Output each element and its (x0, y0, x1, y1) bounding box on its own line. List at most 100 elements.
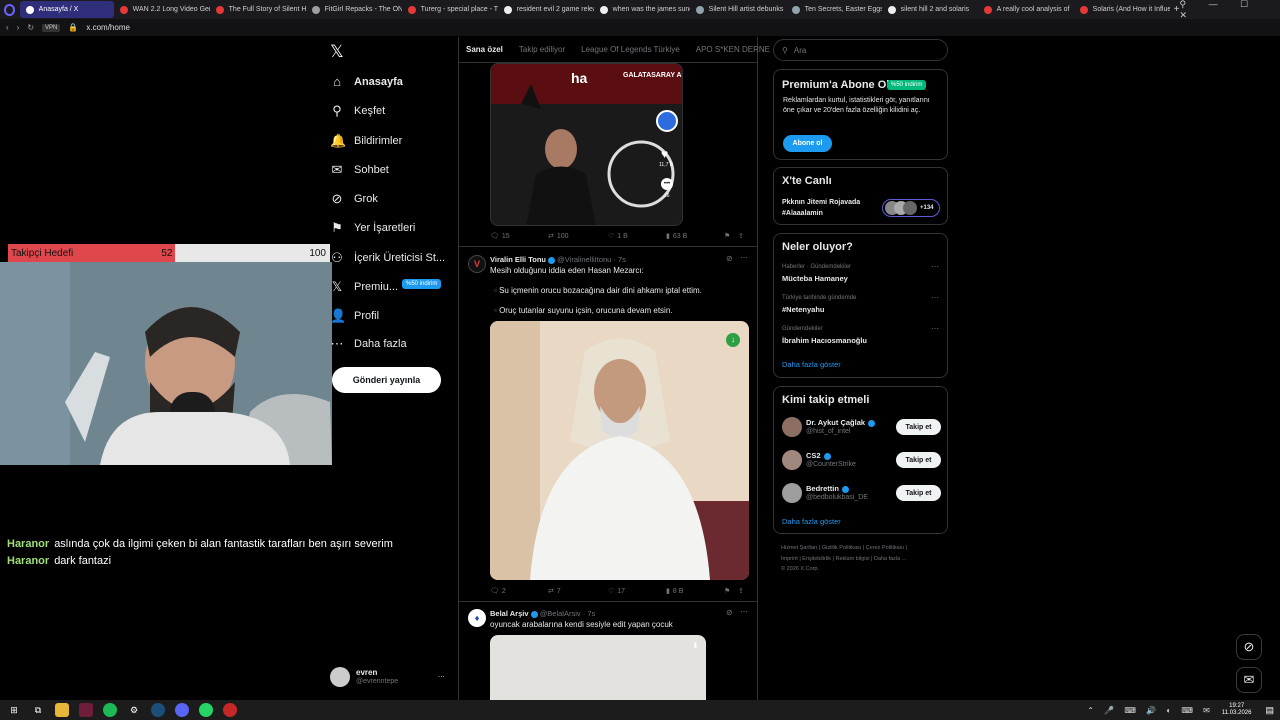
browser-tab[interactable]: when was the james sund (594, 1, 690, 18)
download-icon[interactable]: ⬇ (692, 641, 699, 650)
bookmark-icon[interactable]: ⚑ (724, 587, 738, 595)
side-comment-icon[interactable]: ••• (661, 178, 673, 190)
nav-item[interactable]: ⌂ Anasayfa (330, 74, 403, 89)
nav-item[interactable]: ✉ Sohbet (330, 162, 389, 178)
reply-button[interactable]: 🗨 15 (490, 232, 548, 241)
like-button[interactable]: ♡ 17 (608, 587, 666, 596)
browser-tab[interactable]: The Full Story of Silent Hill (210, 1, 306, 18)
trend-item[interactable]: İbrahim Hacıosmanoğlu (782, 336, 867, 345)
views-button[interactable]: ▮ 8 B (666, 587, 724, 596)
trends-show-more[interactable]: Daha fazla göster (782, 360, 841, 369)
feed-tab[interactable]: Takip ediliyor (519, 45, 565, 54)
post-2-time[interactable]: 7s (618, 255, 626, 264)
nav-item[interactable]: ⚲ Keşfet (330, 103, 385, 119)
nav-item[interactable]: 𝕏 Premiu... (330, 279, 398, 295)
app-icon[interactable] (223, 703, 237, 717)
post-3-author[interactable]: Belal Arşiv (490, 609, 529, 618)
notifications-icon[interactable]: ▤ (1265, 705, 1274, 716)
feed-tab[interactable]: League Of Legends Türkiye (581, 45, 680, 54)
who-show-more[interactable]: Daha fazla göster (782, 517, 841, 526)
grok-float-button[interactable]: ⊘ (1236, 634, 1262, 660)
follow-button[interactable]: Takip et (896, 485, 941, 501)
follow-suggestion-name[interactable]: CS2 (806, 451, 831, 460)
file-explorer-icon[interactable] (55, 703, 69, 717)
window-controls[interactable]: ⚲ ― ☐ ✕ (1180, 0, 1271, 21)
nav-item[interactable]: 👤 Profil (330, 308, 379, 324)
avatar[interactable] (782, 483, 802, 503)
clock[interactable]: 19:27 11.03.2026 (1222, 703, 1252, 717)
views-button[interactable]: ▮ 63 B (666, 232, 724, 241)
post-2-author[interactable]: Viralin Elli Tonu (490, 255, 546, 264)
repost-button[interactable]: ⇄ 7 (548, 587, 608, 596)
post-3-handle[interactable]: @BelalArsiv (540, 609, 581, 618)
trend-more-icon[interactable]: ⋯ (931, 262, 939, 271)
side-like-icon[interactable]: ♥ (661, 147, 668, 161)
post-3-time[interactable]: 7s (587, 609, 595, 618)
browser-tab[interactable]: WAN 2.2 Long Video Gen (114, 1, 210, 18)
avatar[interactable] (782, 450, 802, 470)
nav-item[interactable]: ⋯ Daha fazla (330, 336, 407, 352)
share-icon[interactable]: ⇪ (738, 587, 744, 595)
trend-item[interactable]: Müctеba Hamaney (782, 274, 848, 283)
feed-tab[interactable]: APO S*KEN DERNE (696, 45, 770, 54)
browser-tab[interactable]: A really cool analysis of (978, 1, 1074, 18)
whatsapp-icon[interactable] (199, 703, 213, 717)
browser-tab[interactable]: resident evil 2 game relea (498, 1, 594, 18)
browser-tab[interactable]: Turerg - special place - T (402, 1, 498, 18)
live-stream-tag[interactable]: #Alaaalamin (782, 210, 823, 217)
browser-tab[interactable]: Silent Hill artist debunks (690, 1, 786, 18)
subscribe-button[interactable]: Abone ol (783, 135, 832, 152)
trend-item[interactable]: #Netenyahu (782, 305, 825, 314)
feed-tab[interactable]: Sana özel (466, 45, 503, 54)
browser-tab[interactable]: FitGirl Repacks - The ON (306, 1, 402, 18)
post-3-more-icon[interactable]: ⋯ (740, 607, 748, 616)
follow-button[interactable]: Takip et (896, 419, 941, 435)
url-input[interactable]: x.com/home (86, 23, 130, 32)
browser-logo-icon[interactable] (4, 3, 15, 16)
avatar[interactable] (782, 417, 802, 437)
browser-tab[interactable]: silent hill 2 and solaris (882, 1, 978, 18)
forward-arrow-icon[interactable]: › (17, 23, 20, 32)
messages-float-button[interactable]: ✉ (1236, 667, 1262, 693)
browser-tab[interactable]: Solaris (And How it Influe (1074, 1, 1170, 18)
follow-suggestion-name[interactable]: Dr. Aykut Çağlak (806, 418, 876, 427)
follow-suggestion-name[interactable]: Bedrettin (806, 484, 849, 493)
grok-icon[interactable]: ⊘ (726, 608, 733, 617)
post-3-media[interactable]: ⬇ (490, 635, 706, 700)
nav-item[interactable]: ⊘ Grok (330, 191, 378, 207)
post-1-media[interactable]: ha GALATASARAY A ♥ 11,7 B ••• 16 (490, 63, 683, 226)
follow-button[interactable]: Takip et (896, 452, 941, 468)
system-tray-icons[interactable]: ⌃ 🎤 ⌨ 🔊 ◐ ⌨ ✉ (1087, 706, 1214, 715)
account-more-icon[interactable]: ... (438, 670, 445, 679)
browser-tab[interactable]: Ten Secrets, Easter Eggs (786, 1, 882, 18)
grok-icon[interactable]: ⊘ (726, 254, 733, 263)
footer-links-1[interactable]: Hizmet Şartları | Gizlilik Politikası | … (781, 545, 907, 551)
like-button[interactable]: ♡ 1 B (608, 232, 666, 241)
search-input[interactable]: Ara (794, 46, 806, 55)
reply-button[interactable]: 🗨 2 (490, 587, 548, 596)
steam-icon[interactable] (151, 703, 165, 717)
post-2-avatar[interactable]: V (468, 255, 486, 273)
start-icon[interactable]: ⊞ (7, 703, 21, 717)
footer-links-2[interactable]: İmprint | Erişilebilirlik | Reklam bilgi… (781, 556, 906, 562)
post-2-more-icon[interactable]: ⋯ (740, 253, 748, 262)
trend-more-icon[interactable]: ⋯ (931, 324, 939, 333)
share-icon[interactable]: ⇪ (738, 232, 744, 240)
post-2-media[interactable]: ↓ (490, 321, 749, 580)
task-view-icon[interactable]: ⧉ (31, 703, 45, 717)
opera-browser-icon[interactable] (79, 703, 93, 717)
search-box[interactable]: ⚲ Ara (773, 39, 948, 61)
vpn-badge[interactable]: VPN (42, 23, 61, 32)
repost-button[interactable]: ⇄ 100 (548, 232, 608, 241)
nav-item[interactable]: ⚑ Yer İşaretleri (330, 220, 415, 236)
spotify-icon[interactable] (103, 703, 117, 717)
account-switcher[interactable]: evren @evrenntepe ... (330, 667, 450, 689)
nav-item[interactable]: 🔔 Bildirimler (330, 133, 402, 149)
nav-item[interactable]: ⚇ İçerik Üreticisi St... (330, 250, 445, 266)
bookmark-icon[interactable]: ⚑ (724, 232, 738, 240)
browser-tab[interactable]: Anasayfa / X (19, 1, 114, 18)
trend-more-icon[interactable]: ⋯ (931, 293, 939, 302)
back-arrow-icon[interactable]: ‹ (6, 23, 9, 32)
x-logo[interactable]: 𝕏 (330, 42, 344, 62)
post-3-avatar[interactable]: ♦ (468, 609, 486, 627)
